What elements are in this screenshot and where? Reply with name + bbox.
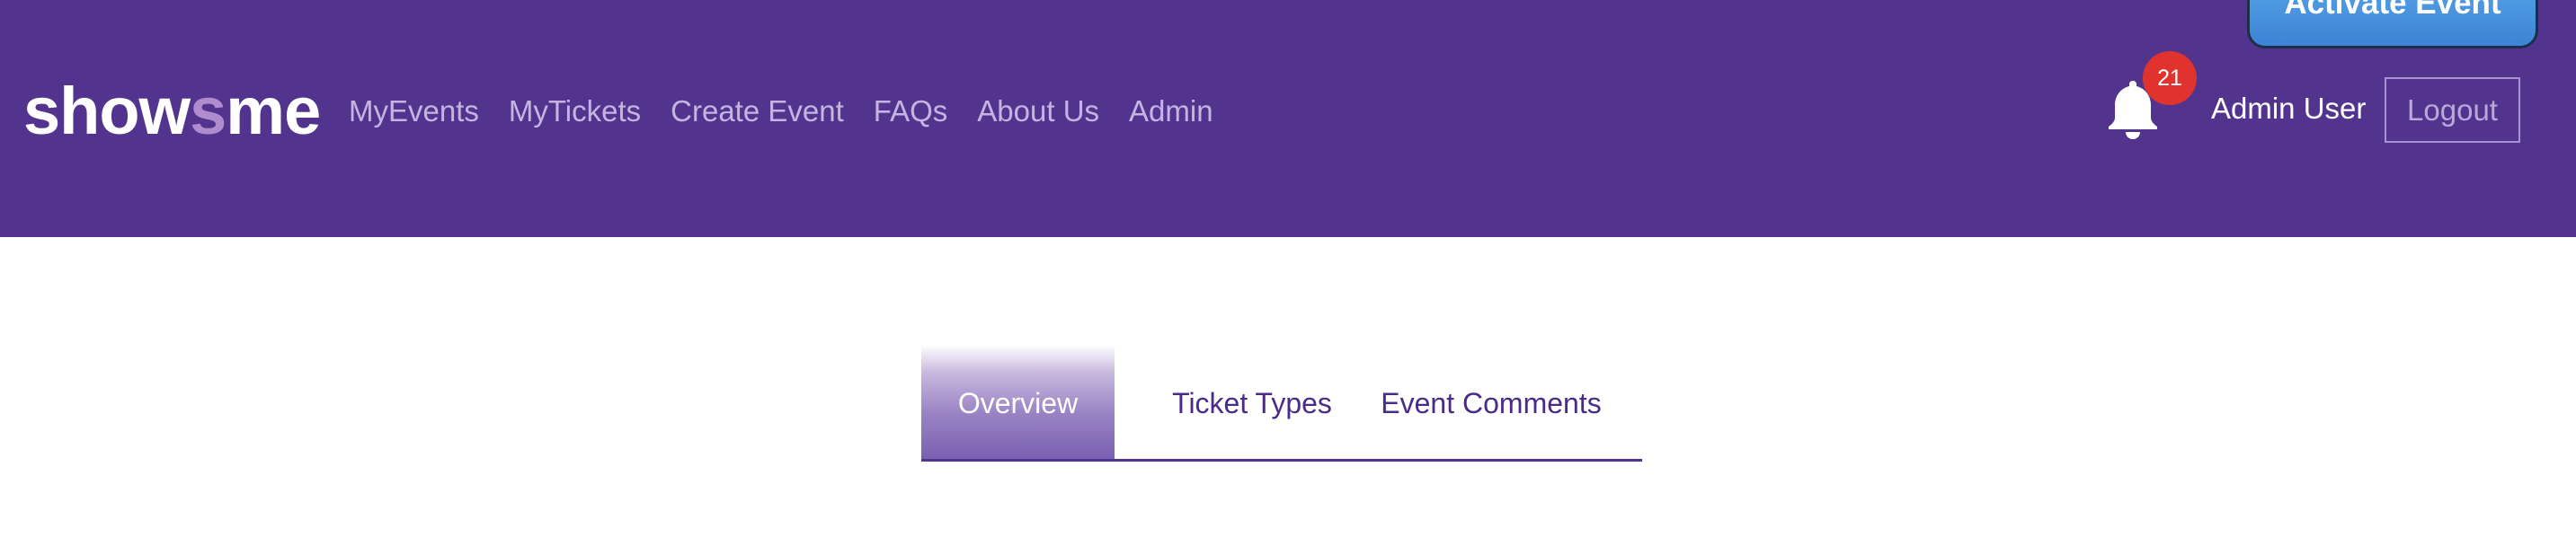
nav-link-myevents[interactable]: MyEvents: [349, 88, 479, 135]
brand-logo[interactable]: showsme: [23, 70, 321, 153]
brand-part-1: show: [23, 74, 191, 148]
top-navbar: showsme MyEvents MyTickets Create Event …: [0, 0, 2576, 237]
nav-link-faqs[interactable]: FAQs: [874, 88, 948, 135]
nav-link-mytickets[interactable]: MyTickets: [509, 88, 641, 135]
tab-overview[interactable]: Overview: [921, 345, 1115, 459]
notification-count-badge: 21: [2143, 51, 2197, 105]
main-nav: MyEvents MyTickets Create Event FAQs Abo…: [349, 88, 1243, 135]
nav-link-about-us[interactable]: About Us: [977, 88, 1099, 135]
brand-part-3: me: [226, 74, 321, 148]
event-tabs: Overview Ticket Types Event Comments: [921, 345, 1642, 462]
brand-part-2: s: [190, 74, 227, 148]
activate-event-button[interactable]: Activate Event: [2247, 0, 2538, 48]
current-user-name: Admin User: [2211, 92, 2367, 125]
nav-link-admin[interactable]: Admin: [1129, 88, 1213, 135]
tab-event-comments[interactable]: Event Comments: [1364, 345, 1618, 459]
nav-link-create-event[interactable]: Create Event: [671, 88, 844, 135]
tab-ticket-types[interactable]: Ticket Types: [1149, 345, 1355, 459]
logout-button[interactable]: Logout: [2385, 77, 2520, 143]
